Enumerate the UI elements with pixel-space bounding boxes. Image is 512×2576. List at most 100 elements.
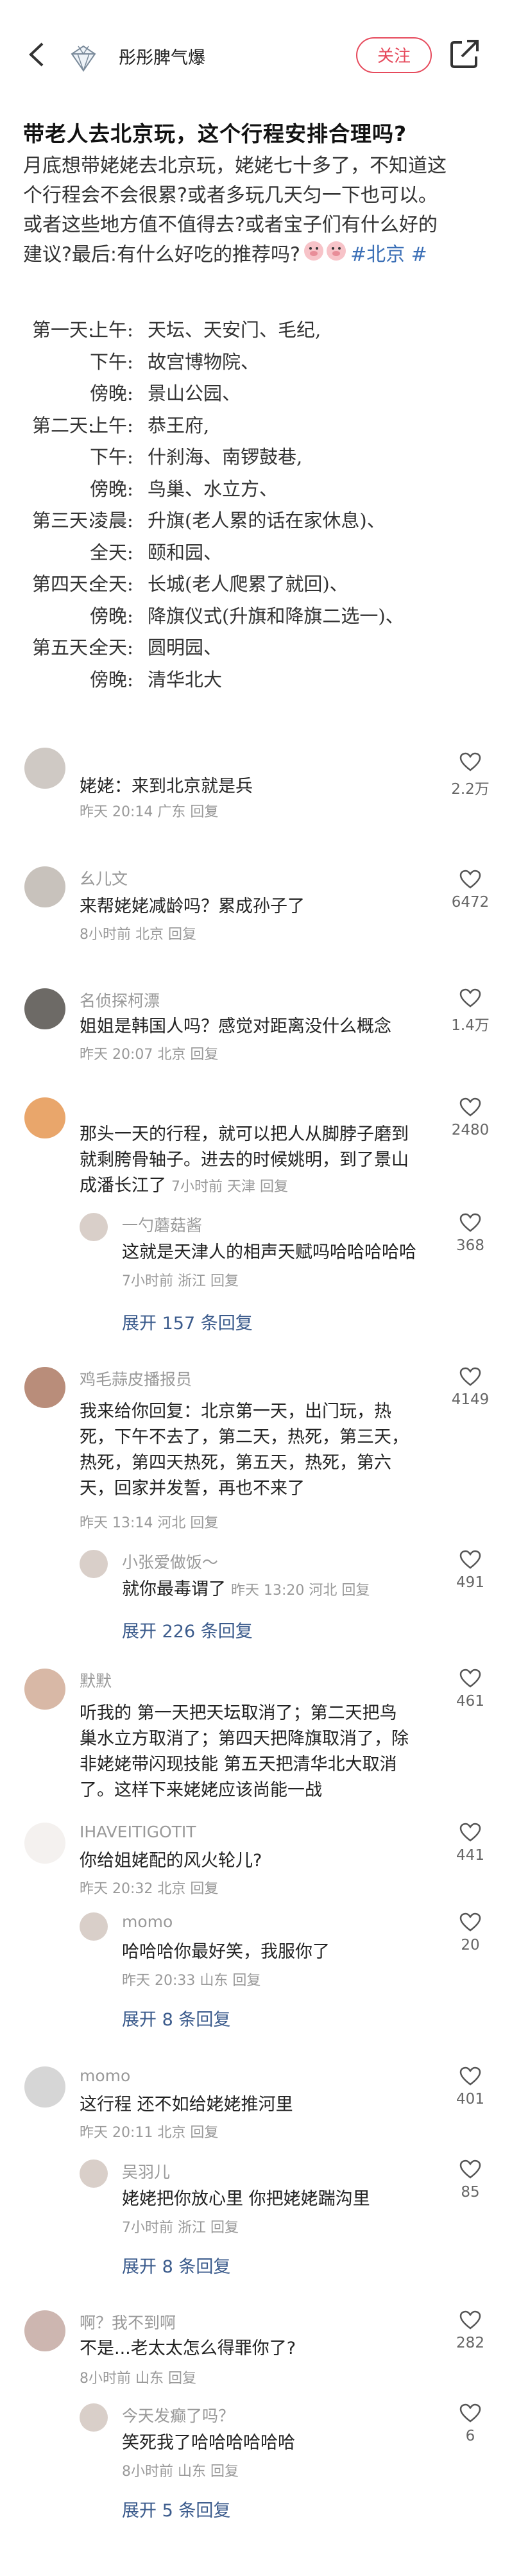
commenter-name[interactable]: 鸡毛蒜皮播报员 xyxy=(80,1367,192,1390)
comment-text-line: 听我的 第一天把天坛取消了；第二天把鸟 xyxy=(80,1703,397,1723)
back-arrow-icon[interactable] xyxy=(24,39,50,71)
reply-text: 就你最毒谓了 昨天 13:20 河北 回复 xyxy=(122,1579,370,1599)
commenter-avatar[interactable] xyxy=(24,2310,65,2351)
heart-icon[interactable] xyxy=(459,1097,481,1117)
commenter-name[interactable]: 默默 xyxy=(80,1669,112,1692)
itinerary-act: 清华北大 xyxy=(148,668,223,691)
share-icon[interactable] xyxy=(449,39,480,69)
reply-name[interactable]: 吴羽儿 xyxy=(122,2160,170,2183)
like-count: 401 xyxy=(456,2091,484,2108)
heart-icon[interactable] xyxy=(459,2310,481,2330)
comment-meta[interactable]: 8小时前 北京 回复 xyxy=(80,923,196,943)
commenter-avatar[interactable] xyxy=(24,1823,65,1864)
reply-meta[interactable]: 7小时前 浙江 回复 xyxy=(122,2216,239,2237)
commenter-name[interactable]: 啊？我不到啊 xyxy=(80,2310,176,2333)
commenter-name[interactable]: 名侦探柯漂 xyxy=(80,988,160,1011)
comment-meta[interactable]: 昨天 20:07 北京 回复 xyxy=(80,1043,218,1063)
commenter-avatar[interactable] xyxy=(24,988,65,1029)
post-body-line: 月底想带姥姥去北京玩，姥姥七十多了，不知道这 xyxy=(23,155,447,177)
comment-text-line: 了。这样下来姥姥应该尚能一战 xyxy=(80,1780,322,1800)
reply-name[interactable]: 今天发癫了吗？ xyxy=(122,2403,234,2426)
commenter-name[interactable]: IHAVEITIGOTIT xyxy=(80,1823,196,1841)
itinerary-day: 第五天: xyxy=(32,637,94,658)
itinerary-row: 第二天: 上午: 恭王府, xyxy=(32,410,494,442)
heart-icon[interactable] xyxy=(459,2160,481,2179)
reply-name[interactable]: 一勺蘑菇酱 xyxy=(122,1213,202,1236)
post-title: 带老人去北京玩，这个行程安排合理吗? xyxy=(23,121,407,146)
reply-avatar[interactable] xyxy=(80,1213,108,1241)
heart-icon[interactable] xyxy=(459,1213,481,1232)
comment-text: 那头一天的行程，就可以把人从脚脖子磨到 就剩胯骨轴子。进去的时候姚明，到了景山 成潘… xyxy=(80,1122,426,1200)
itinerary-time: 傍晚: xyxy=(90,605,133,627)
hashtag-tail[interactable]: # xyxy=(411,244,427,266)
itinerary-time: 上午: xyxy=(90,414,133,436)
comment-text: 这行程 还不如给姥姥推河里 xyxy=(80,2095,293,2115)
comment-text-line: 那头一天的行程，就可以把人从脚脖子磨到 xyxy=(80,1124,409,1144)
heart-icon[interactable] xyxy=(459,1669,481,1688)
comment-meta[interactable]: 8小时前 山东 回复 xyxy=(80,2367,196,2387)
post-body-line: 个行程会不会很累?或者多玩几天匀一下也可以。 xyxy=(23,184,438,207)
commenter-avatar[interactable] xyxy=(24,1669,65,1710)
author-avatar[interactable] xyxy=(69,44,98,72)
reply-meta[interactable]: 昨天 20:33 山东 回复 xyxy=(122,1969,260,1989)
commenter-avatar[interactable] xyxy=(24,866,65,907)
comment-text: 不是...老太太怎么得罪你了? xyxy=(80,2339,296,2358)
commenter-name[interactable]: 幺儿文 xyxy=(80,866,128,889)
itinerary-row: 第一天: 上午: 天坛、天安门、毛纪, xyxy=(32,314,494,347)
reply-name[interactable]: momo xyxy=(122,1912,173,1931)
comment-meta[interactable]: 昨天 20:11 北京 回复 xyxy=(80,2121,218,2142)
itinerary-time: 傍晚: xyxy=(90,382,133,404)
reply-meta[interactable]: 8小时前 山东 回复 xyxy=(122,2460,239,2480)
reply-avatar[interactable] xyxy=(80,1550,108,1578)
reply-text: 哈哈哈你最好笑，我服你了 xyxy=(122,1942,330,1962)
comment-meta[interactable]: 昨天 20:32 北京 回复 xyxy=(80,1877,218,1898)
comment-text: 姐姐是韩国人吗？感觉对距离没什么概念 xyxy=(80,1017,391,1036)
commenter-avatar[interactable] xyxy=(24,2066,65,2108)
reply-meta[interactable]: 7小时前 浙江 回复 xyxy=(122,1269,239,1290)
commenter-avatar[interactable] xyxy=(24,1097,65,1138)
heart-icon[interactable] xyxy=(459,752,481,771)
itinerary: 第一天: 上午: 天坛、天安门、毛纪, 下午: 故宫博物院、 傍晚: 景山公园、 第二天: 上午… xyxy=(32,314,494,696)
comment-text: 姥姥：来到北京就是兵 xyxy=(80,777,253,796)
heart-icon[interactable] xyxy=(459,1912,481,1932)
reply-like-count: 491 xyxy=(456,1574,484,1591)
itinerary-act: 天坛、天安门、毛纪, xyxy=(148,319,321,341)
heart-icon[interactable] xyxy=(459,2066,481,2086)
follow-button[interactable]: 关注 xyxy=(356,37,432,73)
hashtag-beijing[interactable]: #北京 xyxy=(350,244,405,266)
reply-avatar[interactable] xyxy=(80,2403,108,2432)
comment-meta[interactable]: 昨天 13:14 河北 回复 xyxy=(80,1511,218,1532)
reply-name[interactable]: 小张爱做饭～ xyxy=(122,1550,218,1573)
reply-avatar[interactable] xyxy=(80,2160,108,2188)
heart-icon[interactable] xyxy=(459,1550,481,1569)
commenter-name[interactable]: momo xyxy=(80,2066,130,2085)
expand-replies-link[interactable]: 展开 8 条回复 xyxy=(122,2005,230,2031)
itinerary-day: 第四天: xyxy=(32,573,94,595)
itinerary-time: 傍晚: xyxy=(90,477,133,500)
itinerary-day xyxy=(32,442,90,474)
heart-icon[interactable] xyxy=(459,1823,481,1842)
expand-replies-link[interactable]: 展开 5 条回复 xyxy=(122,2496,230,2521)
author-name[interactable]: 彤彤脾气爆 xyxy=(119,44,205,69)
expand-replies-link[interactable]: 展开 8 条回复 xyxy=(122,2253,230,2278)
like-count: 4149 xyxy=(451,1391,490,1408)
itinerary-row: 傍晚: 鸟巢、水立方、 xyxy=(32,474,494,506)
commenter-avatar[interactable] xyxy=(24,1367,65,1408)
reply-avatar[interactable] xyxy=(80,1912,108,1941)
comment-meta[interactable]: 昨天 20:14 广东 回复 xyxy=(80,800,218,821)
expand-replies-link[interactable]: 展开 226 条回复 xyxy=(122,1617,253,1642)
heart-icon[interactable] xyxy=(459,1367,481,1386)
itinerary-row: 第四天: 全天: 长城(老人爬累了就回)、 xyxy=(32,569,494,601)
like-count: 2.2万 xyxy=(451,781,490,798)
comment-text-line: 巢水立方取消了；第四天把降旗取消了，除 xyxy=(80,1729,409,1749)
itinerary-act: 恭王府, xyxy=(148,414,210,436)
comment-text: 你给姐姥配的风火轮儿? xyxy=(80,1851,262,1871)
expand-replies-link[interactable]: 展开 157 条回复 xyxy=(122,1309,253,1334)
heart-icon[interactable] xyxy=(459,870,481,889)
comment-text-line: 非姥姥带闪现技能 第五天把清华北大取消 xyxy=(80,1755,397,1774)
heart-icon[interactable] xyxy=(459,2403,481,2423)
reply-text: 姥姥把你放心里 你把姥姥踹沟里 xyxy=(122,2189,370,2209)
heart-icon[interactable] xyxy=(459,988,481,1008)
like-count: 441 xyxy=(456,1847,484,1864)
commenter-avatar[interactable] xyxy=(24,748,65,789)
